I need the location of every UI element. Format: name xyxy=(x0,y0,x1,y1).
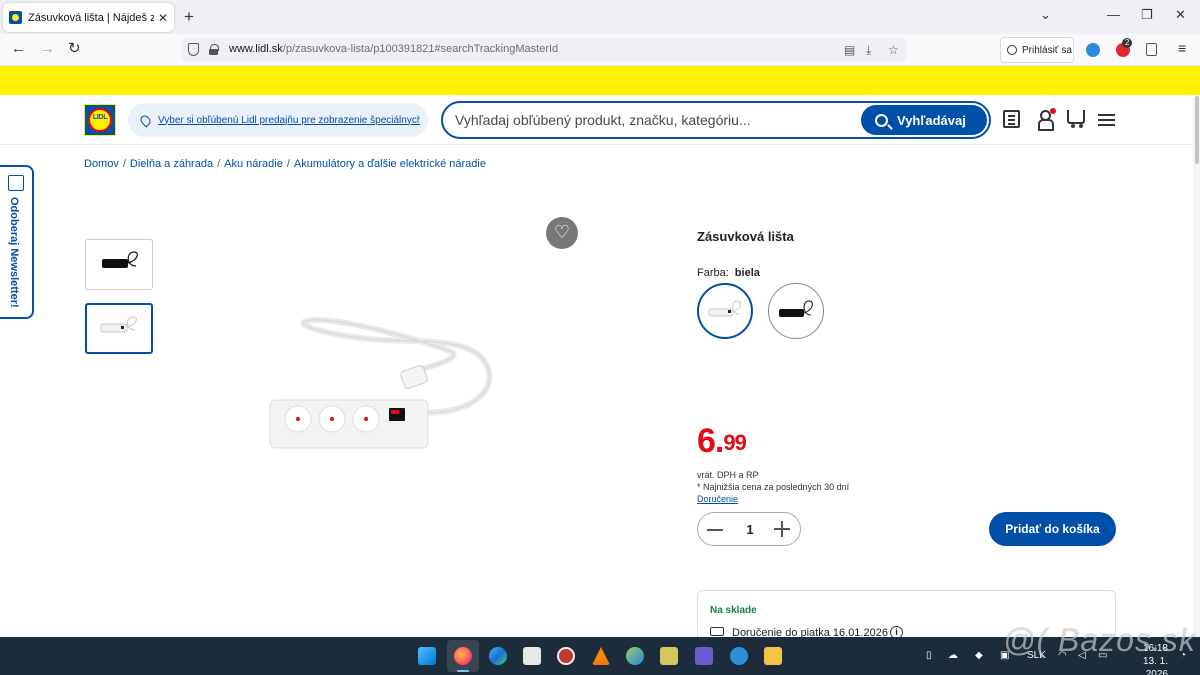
page-scrollbar[interactable] xyxy=(1193,95,1200,637)
reload-button[interactable]: ↻ xyxy=(68,41,81,57)
firefox-icon[interactable] xyxy=(454,647,472,665)
vlc-icon[interactable] xyxy=(592,647,610,665)
search-button-label: Vyhľadávaj xyxy=(897,112,966,128)
color-swatch-white[interactable] xyxy=(697,283,753,339)
signin-label: Prihlásiť sa xyxy=(1022,44,1072,56)
color-selector-label: Farba: biela xyxy=(697,267,760,279)
breadcrumb-cordless-tools[interactable]: Aku náradie xyxy=(224,158,283,170)
white-variant-swatch-image xyxy=(708,300,741,317)
browser-tabbar: Zásuvková lišta | Nájdeš za skve ✕ + ⌄ —… xyxy=(0,0,1200,34)
quantity-value[interactable]: 1 xyxy=(742,522,758,537)
search-button[interactable]: Vyhľadávaj xyxy=(861,105,987,135)
watermark-text: @( Bazos.sk xyxy=(1003,622,1196,658)
heart-icon: ♡ xyxy=(553,222,571,242)
new-tab-button[interactable]: + xyxy=(184,8,194,25)
breadcrumb-workshop-garden[interactable]: Dielňa a záhrada xyxy=(130,158,213,170)
breadcrumb-batteries-electric-tools[interactable]: Akumulátory a ďalšie elektrické náradie xyxy=(294,158,486,170)
promo-banner-bar xyxy=(0,66,1200,95)
restore-button[interactable]: ❐ xyxy=(1141,8,1153,22)
lowest-price-note: * Najnižšia cena za posledných 30 dní xyxy=(697,482,850,492)
product-price: 6.99 xyxy=(697,422,747,460)
bookmark-star-icon[interactable]: ☆ xyxy=(888,43,899,57)
quantity-stepper: 1 xyxy=(697,512,801,546)
url-text: www.lidl.sk/p/zasuvkova-lista/p100391821… xyxy=(229,43,559,55)
tab-list-chevron-icon[interactable]: ⌄ xyxy=(1040,8,1051,22)
app-menu-icon[interactable]: ≡ xyxy=(1178,40,1186,56)
newsletter-icon xyxy=(8,175,24,191)
price-cents: 99 xyxy=(723,430,747,455)
thumbnail-black-variant[interactable] xyxy=(85,239,153,290)
signin-button[interactable]: Prihlásiť sa xyxy=(1000,37,1074,63)
product-title: Zásuvková lišta xyxy=(697,229,794,244)
scrollbar-thumb[interactable] xyxy=(1195,96,1199,164)
breadcrumb-home[interactable]: Domov xyxy=(84,158,119,170)
search-icon xyxy=(875,113,888,127)
help-icon[interactable] xyxy=(730,647,748,665)
user-icon[interactable] xyxy=(1038,110,1054,131)
color-swatch-black[interactable] xyxy=(768,283,824,339)
decrease-quantity-button[interactable] xyxy=(707,529,723,531)
extensions-puzzle-icon[interactable] xyxy=(1146,43,1157,56)
tab-title: Zásuvková lišta | Nájdeš za skve xyxy=(28,11,154,24)
price-main: 6. xyxy=(697,422,724,460)
reader-view-icon[interactable]: ▤ xyxy=(844,43,855,57)
app-eo-icon[interactable] xyxy=(695,647,713,665)
extension-badge: 2 xyxy=(1122,38,1133,48)
lock-icon[interactable] xyxy=(209,44,219,55)
lidl-favicon-icon xyxy=(9,11,22,24)
forward-button[interactable]: → xyxy=(40,41,55,57)
newsletter-label: Odoberaj Newsletter! xyxy=(8,197,20,308)
tab-close-button[interactable]: ✕ xyxy=(158,11,168,25)
extension-icon[interactable] xyxy=(1086,43,1100,57)
lidl-logo[interactable]: LIDL xyxy=(84,104,116,136)
cloud-icon[interactable]: ☁ xyxy=(948,650,958,661)
store-icon[interactable] xyxy=(523,647,541,665)
newspaper-icon[interactable] xyxy=(1003,110,1020,128)
newsletter-tab[interactable]: Odoberaj Newsletter! xyxy=(0,165,34,319)
store-selector[interactable]: Vyber si obľúbenú Lidl predajňu pre zobr… xyxy=(128,103,428,137)
selected-color: biela xyxy=(734,267,760,279)
app-red-icon[interactable] xyxy=(557,647,575,665)
increase-quantity-button[interactable] xyxy=(774,521,790,537)
truck-icon xyxy=(710,627,724,636)
store-selector-text: Vyber si obľúbenú Lidl predajňu pre zobr… xyxy=(158,114,420,126)
edge-icon[interactable] xyxy=(489,647,507,665)
location-pin-icon xyxy=(138,112,153,128)
logo-text: LIDL xyxy=(92,114,108,121)
product-main-image xyxy=(269,316,493,449)
file-explorer-icon[interactable] xyxy=(764,647,782,665)
close-window-button[interactable]: ✕ xyxy=(1175,8,1186,22)
save-page-icon[interactable]: ⤓ xyxy=(866,43,871,58)
breadcrumb: Domov / Dielňa a záhrada / Aku náradie / Akumu… xyxy=(84,158,486,170)
vat-note: vrát. DPH a RP xyxy=(697,470,759,480)
minimize-button[interactable]: — xyxy=(1107,8,1120,22)
back-button[interactable]: ← xyxy=(11,41,26,57)
battery-icon[interactable]: ▯ xyxy=(926,650,932,661)
search-box[interactable]: Vyhľadaj obľúbený produkt, značku, kateg… xyxy=(441,101,991,139)
site-header: LIDL Vyber si obľúbenú Lidl predajňu pre… xyxy=(0,95,1200,145)
menu-icon[interactable] xyxy=(1098,114,1115,116)
shield-icon[interactable] xyxy=(188,43,199,56)
search-input[interactable]: Vyhľadaj obľúbený produkt, značku, kateg… xyxy=(455,112,751,128)
address-bar[interactable]: www.lidl.sk/p/zasuvkova-lista/p100391821… xyxy=(182,38,906,62)
black-power-strip-thumb xyxy=(102,251,138,268)
browser-navbar: ← → ↻ www.lidl.sk/p/zasuvkova-lista/p100… xyxy=(0,34,1200,66)
notification-dot xyxy=(1050,108,1056,114)
add-to-cart-button[interactable]: Pridať do košíka xyxy=(989,512,1116,546)
app-green-blue-icon[interactable] xyxy=(626,647,644,665)
start-windows-icon[interactable] xyxy=(418,647,436,665)
active-app-indicator xyxy=(457,670,469,672)
cart-icon[interactable] xyxy=(1067,110,1085,128)
thumbnail-white-variant[interactable] xyxy=(85,303,153,354)
delivery-info-link[interactable]: Doručenie xyxy=(697,494,738,504)
stock-status: Na sklade xyxy=(710,605,757,616)
tray-app-icon[interactable]: ◆ xyxy=(975,650,983,661)
account-icon xyxy=(1007,45,1017,55)
app-tools-icon[interactable] xyxy=(660,647,678,665)
black-variant-swatch-image xyxy=(779,300,813,317)
browser-tab-active[interactable]: Zásuvková lišta | Nájdeš za skve ✕ xyxy=(3,3,174,32)
wishlist-heart-button[interactable]: ♡ xyxy=(546,217,578,249)
white-power-strip-thumb xyxy=(100,316,137,333)
